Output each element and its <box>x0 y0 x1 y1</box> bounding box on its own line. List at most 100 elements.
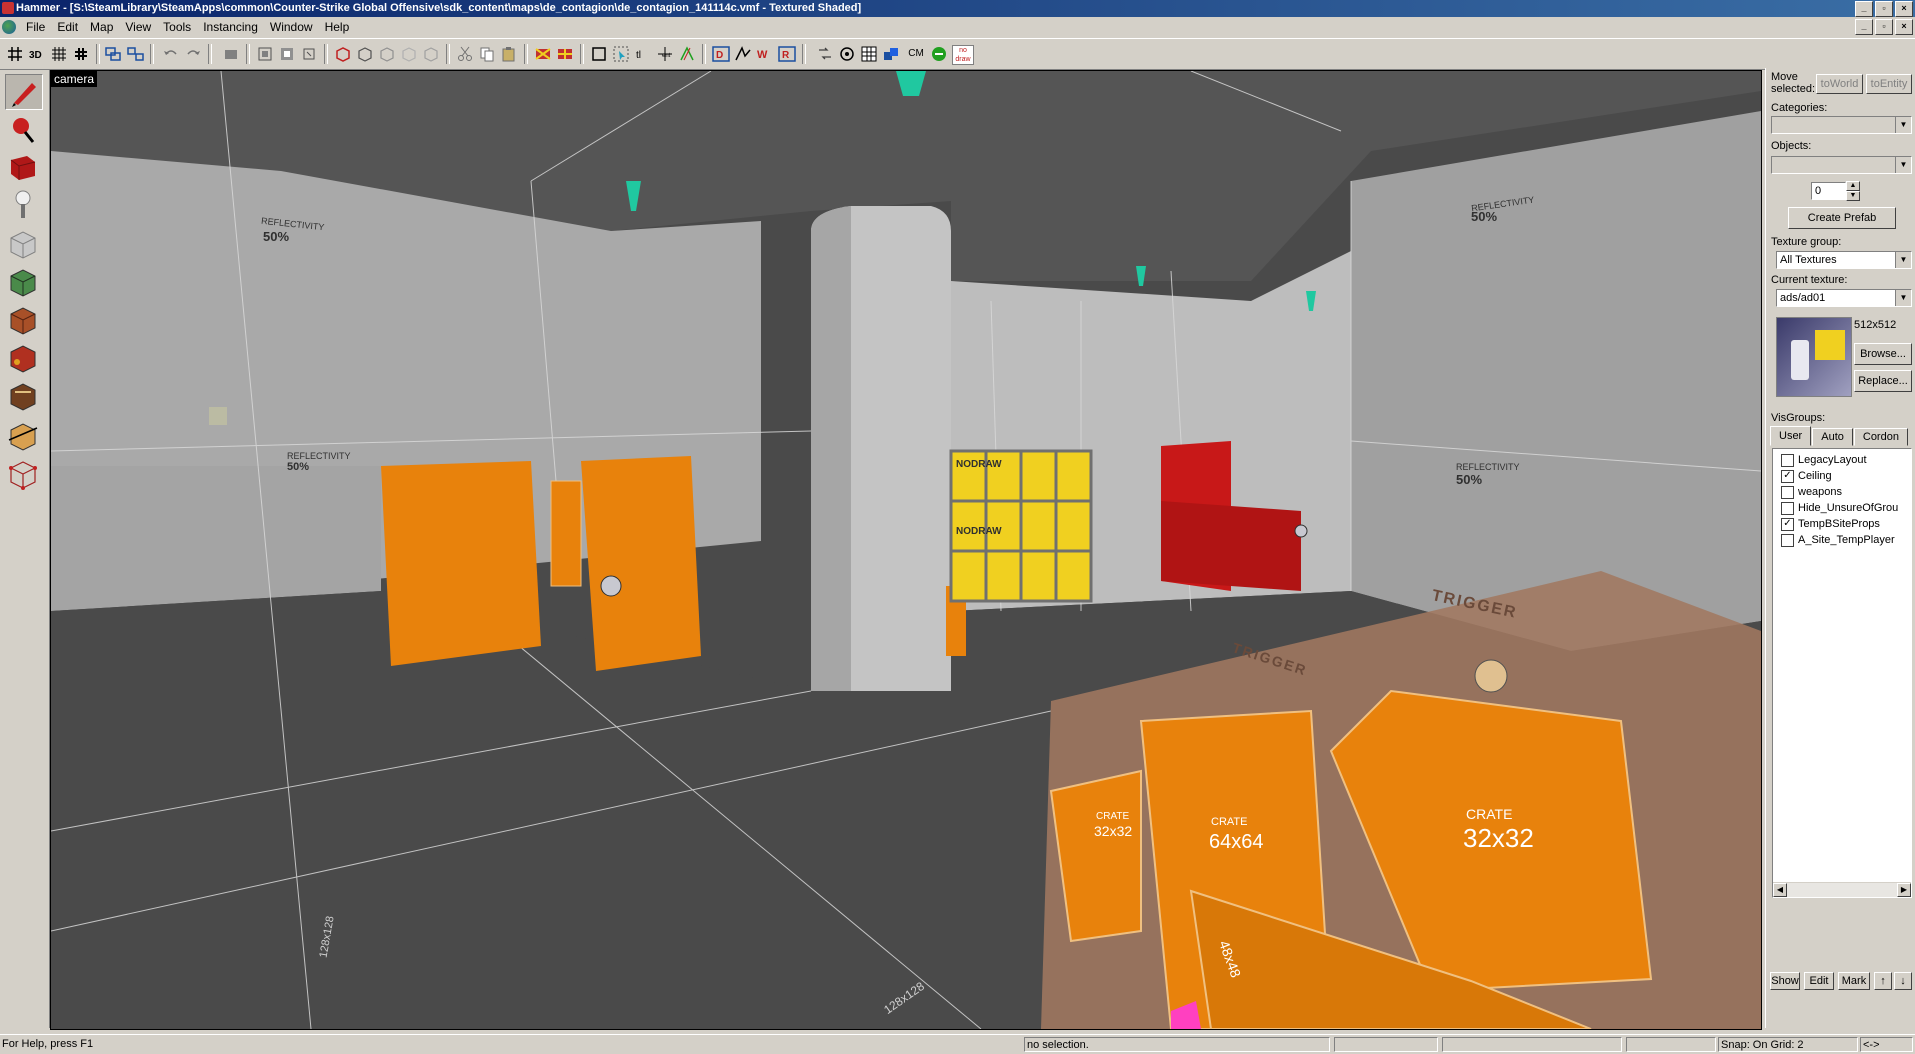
3d-grid-icon[interactable]: 3D <box>28 45 46 63</box>
maximize-button[interactable]: ▫ <box>1875 1 1893 17</box>
overlay-r-icon[interactable]: R <box>778 45 796 63</box>
to-world-button[interactable]: toWorld <box>1816 74 1863 94</box>
undo-icon[interactable] <box>162 45 180 63</box>
models-icon[interactable] <box>838 45 856 63</box>
browse-button[interactable]: Browse... <box>1854 343 1912 365</box>
entity-tool-icon[interactable] <box>5 188 41 222</box>
spin-up-button[interactable]: ▲ <box>1846 181 1860 191</box>
texture-lock-icon[interactable] <box>534 45 552 63</box>
spin-down-button[interactable]: ▼ <box>1846 191 1860 201</box>
scroll-left-icon[interactable]: ◀ <box>1773 883 1787 897</box>
menu-file[interactable]: File <box>20 17 51 37</box>
grid-larger-icon[interactable] <box>72 45 90 63</box>
apply-texture-icon[interactable] <box>5 302 41 336</box>
ungroup-icon[interactable] <box>126 45 144 63</box>
visgroup-checkbox[interactable] <box>1781 533 1794 547</box>
decal-icon[interactable] <box>678 45 696 63</box>
vertex-tool-icon[interactable] <box>5 456 41 490</box>
overlay-tool-icon[interactable] <box>5 378 41 412</box>
replace-button[interactable]: Replace... <box>1854 370 1912 392</box>
categories-dropdown[interactable]: ▼ <box>1771 116 1912 134</box>
menu-instancing[interactable]: Instancing <box>197 17 264 37</box>
visgroup-checkbox[interactable]: ✓ <box>1781 469 1794 483</box>
select-pointer-icon[interactable] <box>612 45 630 63</box>
close-button[interactable]: × <box>1895 1 1913 17</box>
mdi-minimize-button[interactable]: _ <box>1855 19 1873 35</box>
menu-help[interactable]: Help <box>319 17 356 37</box>
texture-group-dropdown[interactable]: All Textures ▼ <box>1776 251 1912 269</box>
show-grid-icon[interactable] <box>860 45 878 63</box>
cube-red-icon[interactable] <box>334 45 352 63</box>
list-item[interactable]: ✓ TempBSiteProps <box>1773 516 1911 532</box>
carve-icon[interactable] <box>222 45 240 63</box>
texture-application-icon[interactable]: tl <box>634 45 652 63</box>
paste-icon[interactable] <box>500 45 518 63</box>
cordon-icon[interactable] <box>930 45 948 63</box>
unhide-icon[interactable] <box>300 45 318 63</box>
copy-icon[interactable] <box>478 45 496 63</box>
move-entity-icon[interactable]: ent <box>656 45 674 63</box>
list-item[interactable]: LegacyLayout <box>1773 452 1911 468</box>
cube-light-icon[interactable] <box>422 45 440 63</box>
document-icon[interactable] <box>2 20 16 34</box>
cube-faded-icon[interactable] <box>400 45 418 63</box>
mdi-restore-button[interactable]: ▫ <box>1875 19 1893 35</box>
menu-tools[interactable]: Tools <box>157 17 197 37</box>
menu-edit[interactable]: Edit <box>51 17 84 37</box>
visgroup-checkbox[interactable]: ✓ <box>1781 517 1794 531</box>
texture-scale-lock-icon[interactable] <box>556 45 574 63</box>
menu-view[interactable]: View <box>119 17 157 37</box>
visgroup-checkbox[interactable] <box>1781 453 1794 467</box>
to-entity-button[interactable]: toEntity <box>1866 74 1912 94</box>
redo-icon[interactable] <box>184 45 202 63</box>
overlay-path-icon[interactable] <box>734 45 752 63</box>
mark-button[interactable]: Mark <box>1838 972 1870 990</box>
edit-button[interactable]: Edit <box>1804 972 1834 990</box>
cut-icon[interactable] <box>456 45 474 63</box>
camera-tool-icon[interactable] <box>5 150 41 184</box>
list-item[interactable]: weapons <box>1773 484 1911 500</box>
tab-user[interactable]: User <box>1770 426 1812 446</box>
show-button[interactable]: Show <box>1770 972 1800 990</box>
decal-tool-icon[interactable] <box>5 340 41 374</box>
magnify-tool-icon[interactable] <box>5 112 41 146</box>
visgroup-list[interactable]: LegacyLayout ✓ Ceiling weapons Hide_Unsur… <box>1772 448 1912 898</box>
menu-map[interactable]: Map <box>84 17 119 37</box>
group-icon[interactable] <box>104 45 122 63</box>
hide-unselected-icon[interactable] <box>278 45 296 63</box>
grid-smaller-icon[interactable] <box>50 45 68 63</box>
scroll-right-icon[interactable]: ▶ <box>1897 883 1911 897</box>
tab-cordon[interactable]: Cordon <box>1853 428 1908 446</box>
hammer-app-icon[interactable] <box>2 2 14 14</box>
camera-view-label[interactable]: camera <box>51 71 98 87</box>
visgroup-colors-icon[interactable] <box>882 45 900 63</box>
helpers-icon[interactable] <box>816 45 834 63</box>
overlay-d-icon[interactable]: D <box>712 45 730 63</box>
block-tool-icon[interactable] <box>5 226 41 260</box>
objects-count-input[interactable]: 0 <box>1811 182 1846 200</box>
objects-dropdown[interactable]: ▼ <box>1771 156 1912 174</box>
tab-auto[interactable]: Auto <box>1812 428 1853 446</box>
clipping-tool-icon[interactable] <box>5 418 41 452</box>
overlay-w-icon[interactable]: W <box>756 45 774 63</box>
create-prefab-button[interactable]: Create Prefab <box>1788 207 1896 229</box>
current-texture-dropdown[interactable]: ads/ad01 ▼ <box>1776 289 1912 307</box>
camera-viewport[interactable]: REFLECTIVITY 50% REFLECTIVITY 50% REFLEC… <box>50 70 1762 1030</box>
select-frame-icon[interactable] <box>590 45 608 63</box>
list-item[interactable]: A_Site_TempPlayer <box>1773 532 1911 548</box>
cube-ghost-icon[interactable] <box>378 45 396 63</box>
texture-preview[interactable] <box>1776 317 1852 397</box>
no-draw-toggle[interactable]: no draw <box>952 45 974 65</box>
visgroup-checkbox[interactable] <box>1781 501 1794 515</box>
hide-selected-icon[interactable] <box>256 45 274 63</box>
visgroup-hscrollbar[interactable]: ◀ ▶ <box>1773 882 1911 897</box>
list-item[interactable]: ✓ Ceiling <box>1773 468 1911 484</box>
list-item[interactable]: Hide_UnsureOfGrou <box>1773 500 1911 516</box>
mdi-close-button[interactable]: × <box>1895 19 1913 35</box>
menu-window[interactable]: Window <box>264 17 319 37</box>
visgroup-checkbox[interactable] <box>1781 485 1794 499</box>
selection-tool-icon[interactable] <box>5 74 43 110</box>
cm-toggle[interactable]: CM <box>904 45 928 63</box>
move-down-button[interactable]: ↓ <box>1894 972 1912 990</box>
cube-outline-icon[interactable] <box>356 45 374 63</box>
